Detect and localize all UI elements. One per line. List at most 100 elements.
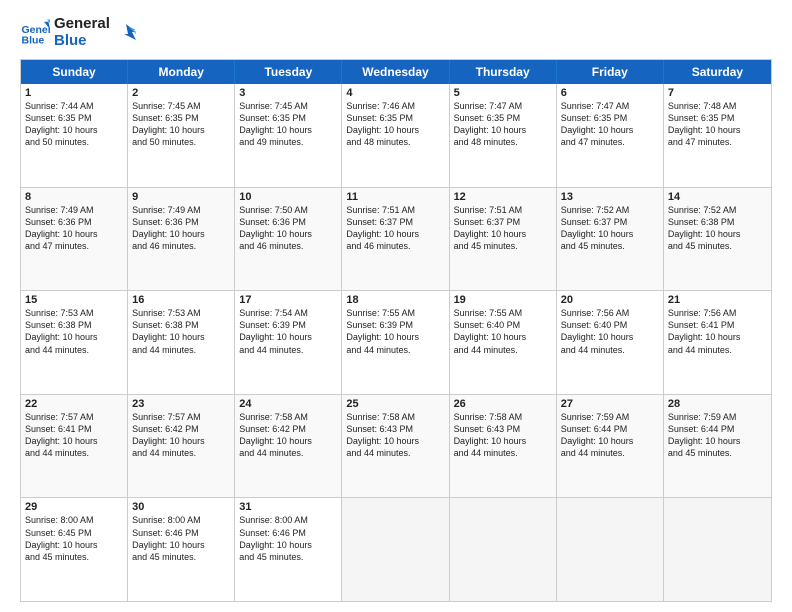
day-cell-2: 2Sunrise: 7:45 AMSunset: 6:35 PMDaylight… xyxy=(128,84,235,187)
day-cell-13: 13Sunrise: 7:52 AMSunset: 6:37 PMDayligh… xyxy=(557,188,664,291)
day-info: Sunrise: 7:56 AMSunset: 6:41 PMDaylight:… xyxy=(668,307,767,356)
day-number: 14 xyxy=(668,191,767,203)
day-info: Sunrise: 7:45 AMSunset: 6:35 PMDaylight:… xyxy=(132,100,230,149)
weekday-header-monday: Monday xyxy=(128,60,235,84)
calendar-row-5: 29Sunrise: 8:00 AMSunset: 6:45 PMDayligh… xyxy=(21,498,771,601)
day-cell-3: 3Sunrise: 7:45 AMSunset: 6:35 PMDaylight… xyxy=(235,84,342,187)
day-info: Sunrise: 7:50 AMSunset: 6:36 PMDaylight:… xyxy=(239,204,337,253)
day-number: 19 xyxy=(454,294,552,306)
calendar-row-1: 1Sunrise: 7:44 AMSunset: 6:35 PMDaylight… xyxy=(21,84,771,188)
header: General Blue General Blue xyxy=(20,16,772,49)
calendar: SundayMondayTuesdayWednesdayThursdayFrid… xyxy=(20,59,772,602)
day-number: 31 xyxy=(239,501,337,513)
day-info: Sunrise: 7:47 AMSunset: 6:35 PMDaylight:… xyxy=(454,100,552,149)
day-cell-29: 29Sunrise: 8:00 AMSunset: 6:45 PMDayligh… xyxy=(21,498,128,601)
svg-text:Blue: Blue xyxy=(22,34,45,46)
day-info: Sunrise: 7:58 AMSunset: 6:43 PMDaylight:… xyxy=(346,411,444,460)
empty-cell xyxy=(450,498,557,601)
day-number: 5 xyxy=(454,87,552,99)
day-number: 25 xyxy=(346,398,444,410)
day-info: Sunrise: 7:55 AMSunset: 6:39 PMDaylight:… xyxy=(346,307,444,356)
day-number: 18 xyxy=(346,294,444,306)
day-info: Sunrise: 7:49 AMSunset: 6:36 PMDaylight:… xyxy=(132,204,230,253)
day-number: 21 xyxy=(668,294,767,306)
day-number: 8 xyxy=(25,191,123,203)
day-cell-8: 8Sunrise: 7:49 AMSunset: 6:36 PMDaylight… xyxy=(21,188,128,291)
day-info: Sunrise: 7:57 AMSunset: 6:41 PMDaylight:… xyxy=(25,411,123,460)
day-number: 10 xyxy=(239,191,337,203)
day-info: Sunrise: 7:52 AMSunset: 6:37 PMDaylight:… xyxy=(561,204,659,253)
day-number: 12 xyxy=(454,191,552,203)
day-number: 24 xyxy=(239,398,337,410)
day-cell-10: 10Sunrise: 7:50 AMSunset: 6:36 PMDayligh… xyxy=(235,188,342,291)
day-info: Sunrise: 7:59 AMSunset: 6:44 PMDaylight:… xyxy=(668,411,767,460)
day-cell-15: 15Sunrise: 7:53 AMSunset: 6:38 PMDayligh… xyxy=(21,291,128,394)
day-info: Sunrise: 7:53 AMSunset: 6:38 PMDaylight:… xyxy=(25,307,123,356)
day-cell-17: 17Sunrise: 7:54 AMSunset: 6:39 PMDayligh… xyxy=(235,291,342,394)
day-cell-25: 25Sunrise: 7:58 AMSunset: 6:43 PMDayligh… xyxy=(342,395,449,498)
day-cell-5: 5Sunrise: 7:47 AMSunset: 6:35 PMDaylight… xyxy=(450,84,557,187)
day-number: 11 xyxy=(346,191,444,203)
weekday-header-saturday: Saturday xyxy=(664,60,771,84)
day-cell-7: 7Sunrise: 7:48 AMSunset: 6:35 PMDaylight… xyxy=(664,84,771,187)
day-number: 26 xyxy=(454,398,552,410)
day-cell-21: 21Sunrise: 7:56 AMSunset: 6:41 PMDayligh… xyxy=(664,291,771,394)
calendar-header: SundayMondayTuesdayWednesdayThursdayFrid… xyxy=(21,60,771,84)
calendar-row-4: 22Sunrise: 7:57 AMSunset: 6:41 PMDayligh… xyxy=(21,395,771,499)
day-cell-6: 6Sunrise: 7:47 AMSunset: 6:35 PMDaylight… xyxy=(557,84,664,187)
weekday-header-friday: Friday xyxy=(557,60,664,84)
weekday-header-tuesday: Tuesday xyxy=(235,60,342,84)
day-cell-30: 30Sunrise: 8:00 AMSunset: 6:46 PMDayligh… xyxy=(128,498,235,601)
day-info: Sunrise: 7:45 AMSunset: 6:35 PMDaylight:… xyxy=(239,100,337,149)
empty-cell xyxy=(664,498,771,601)
day-info: Sunrise: 7:59 AMSunset: 6:44 PMDaylight:… xyxy=(561,411,659,460)
logo-icon: General Blue xyxy=(20,18,50,48)
day-number: 7 xyxy=(668,87,767,99)
empty-cell xyxy=(342,498,449,601)
day-cell-24: 24Sunrise: 7:58 AMSunset: 6:42 PMDayligh… xyxy=(235,395,342,498)
day-info: Sunrise: 8:00 AMSunset: 6:45 PMDaylight:… xyxy=(25,514,123,563)
day-info: Sunrise: 7:47 AMSunset: 6:35 PMDaylight:… xyxy=(561,100,659,149)
empty-cell xyxy=(557,498,664,601)
day-cell-27: 27Sunrise: 7:59 AMSunset: 6:44 PMDayligh… xyxy=(557,395,664,498)
day-cell-11: 11Sunrise: 7:51 AMSunset: 6:37 PMDayligh… xyxy=(342,188,449,291)
day-number: 30 xyxy=(132,501,230,513)
day-info: Sunrise: 7:51 AMSunset: 6:37 PMDaylight:… xyxy=(346,204,444,253)
day-number: 27 xyxy=(561,398,659,410)
day-number: 16 xyxy=(132,294,230,306)
logo-line2: Blue xyxy=(54,33,110,50)
calendar-row-3: 15Sunrise: 7:53 AMSunset: 6:38 PMDayligh… xyxy=(21,291,771,395)
day-number: 29 xyxy=(25,501,123,513)
day-cell-22: 22Sunrise: 7:57 AMSunset: 6:41 PMDayligh… xyxy=(21,395,128,498)
day-cell-4: 4Sunrise: 7:46 AMSunset: 6:35 PMDaylight… xyxy=(342,84,449,187)
day-cell-19: 19Sunrise: 7:55 AMSunset: 6:40 PMDayligh… xyxy=(450,291,557,394)
day-number: 20 xyxy=(561,294,659,306)
day-info: Sunrise: 7:51 AMSunset: 6:37 PMDaylight:… xyxy=(454,204,552,253)
day-info: Sunrise: 7:44 AMSunset: 6:35 PMDaylight:… xyxy=(25,100,123,149)
day-info: Sunrise: 7:52 AMSunset: 6:38 PMDaylight:… xyxy=(668,204,767,253)
weekday-header-sunday: Sunday xyxy=(21,60,128,84)
day-cell-18: 18Sunrise: 7:55 AMSunset: 6:39 PMDayligh… xyxy=(342,291,449,394)
day-number: 28 xyxy=(668,398,767,410)
day-info: Sunrise: 7:46 AMSunset: 6:35 PMDaylight:… xyxy=(346,100,444,149)
day-info: Sunrise: 8:00 AMSunset: 6:46 PMDaylight:… xyxy=(239,514,337,563)
day-cell-20: 20Sunrise: 7:56 AMSunset: 6:40 PMDayligh… xyxy=(557,291,664,394)
day-cell-14: 14Sunrise: 7:52 AMSunset: 6:38 PMDayligh… xyxy=(664,188,771,291)
weekday-header-wednesday: Wednesday xyxy=(342,60,449,84)
day-info: Sunrise: 8:00 AMSunset: 6:46 PMDaylight:… xyxy=(132,514,230,563)
logo-line1: General xyxy=(54,16,110,33)
day-info: Sunrise: 7:58 AMSunset: 6:42 PMDaylight:… xyxy=(239,411,337,460)
day-info: Sunrise: 7:48 AMSunset: 6:35 PMDaylight:… xyxy=(668,100,767,149)
day-number: 3 xyxy=(239,87,337,99)
day-info: Sunrise: 7:57 AMSunset: 6:42 PMDaylight:… xyxy=(132,411,230,460)
day-number: 2 xyxy=(132,87,230,99)
day-number: 15 xyxy=(25,294,123,306)
day-number: 9 xyxy=(132,191,230,203)
day-number: 17 xyxy=(239,294,337,306)
day-info: Sunrise: 7:49 AMSunset: 6:36 PMDaylight:… xyxy=(25,204,123,253)
day-cell-16: 16Sunrise: 7:53 AMSunset: 6:38 PMDayligh… xyxy=(128,291,235,394)
calendar-body: 1Sunrise: 7:44 AMSunset: 6:35 PMDaylight… xyxy=(21,84,771,601)
day-info: Sunrise: 7:58 AMSunset: 6:43 PMDaylight:… xyxy=(454,411,552,460)
calendar-row-2: 8Sunrise: 7:49 AMSunset: 6:36 PMDaylight… xyxy=(21,188,771,292)
day-info: Sunrise: 7:53 AMSunset: 6:38 PMDaylight:… xyxy=(132,307,230,356)
